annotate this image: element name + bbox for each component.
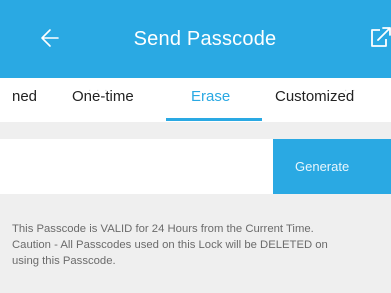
generate-button[interactable]: Generate (273, 139, 391, 194)
validity-text: This Passcode is VALID for 24 Hours from… (12, 223, 314, 235)
back-button[interactable] (36, 22, 68, 54)
tab-one-time[interactable]: One-time (72, 78, 134, 122)
passcode-info: This Passcode is VALID for 24 Hours from… (12, 221, 391, 269)
tab-erase[interactable]: Erase (191, 78, 230, 122)
tab-bar: · · · · · ned One-time Erase Customized (0, 78, 391, 122)
share-icon (371, 27, 391, 47)
share-button[interactable] (368, 24, 391, 52)
tab-customized[interactable]: Customized (275, 78, 354, 122)
caution-text: Caution - All Passcodes used on this Loc… (12, 239, 328, 251)
page-title: Send Passcode (133, 28, 277, 50)
active-tab-indicator (166, 118, 262, 121)
app-header: Send Passcode (0, 0, 391, 78)
arrow-left-icon (41, 29, 59, 47)
tab-timed[interactable]: ned (12, 78, 37, 122)
passcode-row: Generate (0, 139, 391, 194)
passcode-input[interactable] (0, 139, 273, 194)
caution-text-continued: using this Passcode. (12, 255, 116, 267)
